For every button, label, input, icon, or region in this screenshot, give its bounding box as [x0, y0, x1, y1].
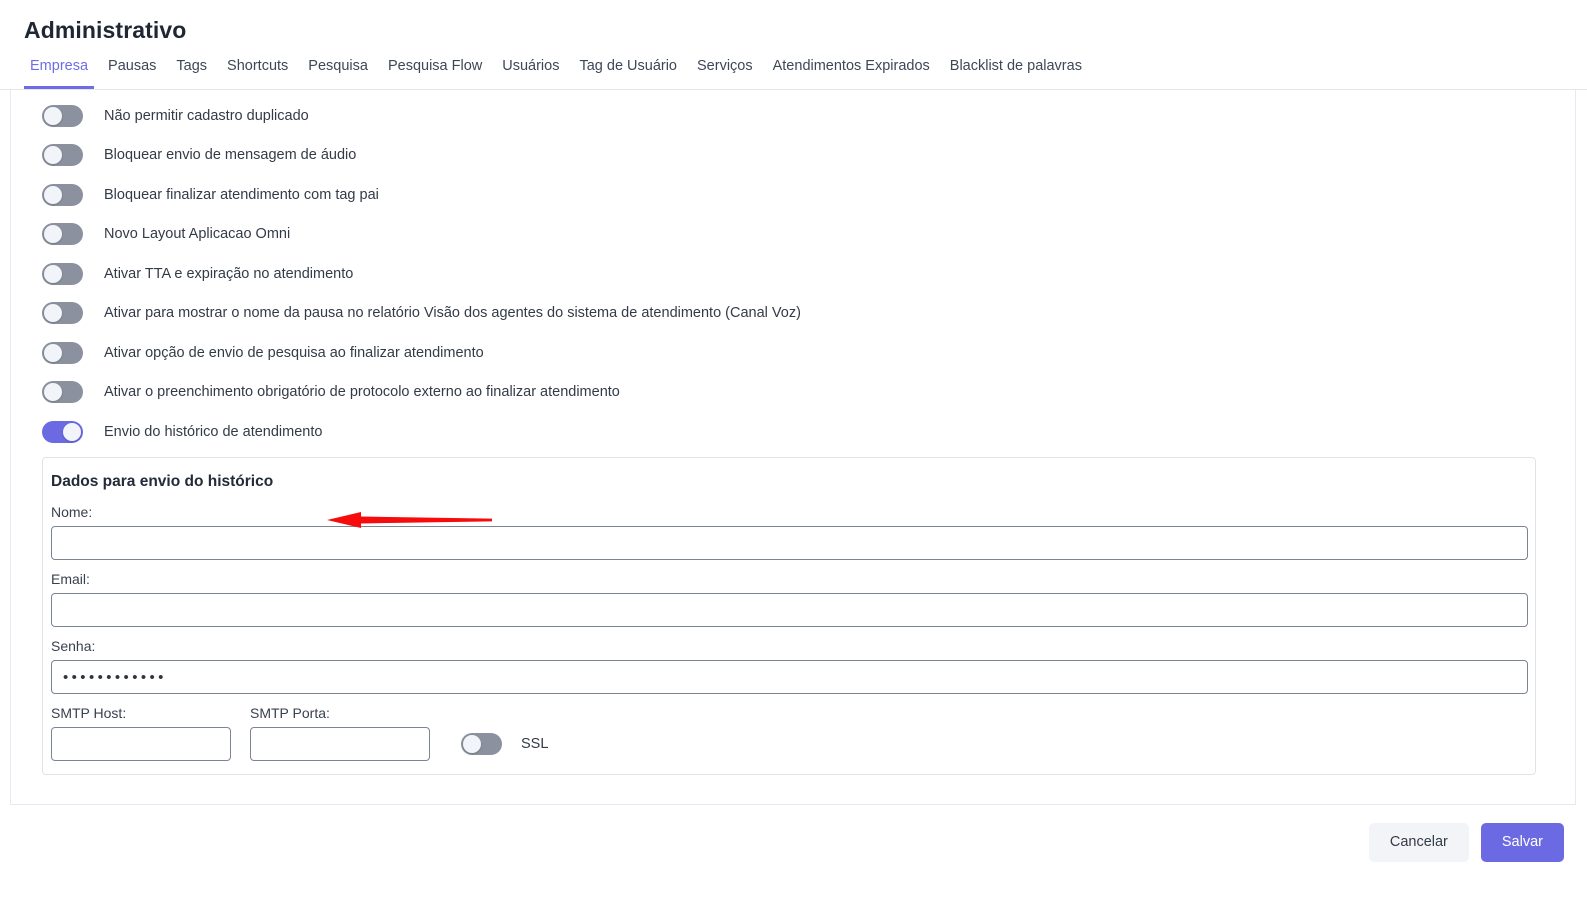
ssl-group: SSL: [461, 727, 548, 761]
save-button[interactable]: Salvar: [1480, 823, 1564, 862]
toggle-ativar-envio-de-pesquisa-ao-finalizar[interactable]: [42, 341, 83, 364]
setting-row-nao-permitir-cadastro-duplicado[interactable]: Não permitir cadastro duplicado: [11, 96, 1575, 136]
nome-input[interactable]: [51, 526, 1528, 560]
toggle-knob: [463, 735, 481, 753]
setting-row-novo-layout-aplicacao-omni[interactable]: Novo Layout Aplicacao Omni: [11, 215, 1575, 255]
setting-label: Ativar opção de envio de pesquisa ao fin…: [104, 344, 484, 361]
senha-label: Senha:: [51, 638, 96, 654]
setting-row-ativar-tta-e-expiracao-no-atendimento[interactable]: Ativar TTA e expiração no atendimento: [11, 254, 1575, 294]
tab-atendimentos-expirados[interactable]: Atendimentos Expirados: [763, 44, 940, 89]
tab-pausas[interactable]: Pausas: [98, 44, 166, 89]
tab-shortcuts[interactable]: Shortcuts: [217, 44, 298, 89]
nome-label: Nome:: [51, 504, 93, 520]
setting-label: Ativar TTA e expiração no atendimento: [104, 265, 354, 282]
toggle-knob: [44, 106, 62, 125]
email-label: Email:: [51, 571, 90, 587]
setting-row-ativar-nome-da-pausa-relatorio-canal-voz[interactable]: Ativar para mostrar o nome da pausa no r…: [11, 294, 1575, 334]
toggle-ssl[interactable]: [461, 733, 502, 755]
toggle-ativar-tta-e-expiracao-no-atendimento[interactable]: [42, 262, 83, 285]
setting-label: Novo Layout Aplicacao Omni: [104, 226, 291, 243]
toggle-ativar-nome-da-pausa-relatorio-canal-voz[interactable]: [42, 302, 83, 325]
setting-row-envio-do-historico-de-atendimento[interactable]: Envio do histórico de atendimento: [11, 412, 1575, 452]
tab-empresa[interactable]: Empresa: [20, 44, 98, 89]
toggle-ativar-protocolo-externo-obrigatorio[interactable]: [42, 381, 83, 404]
smtp-row: SMTP Host: SMTP Porta: SSL: [51, 705, 1527, 761]
smtp-host-label: SMTP Host:: [51, 705, 127, 721]
tab-tags[interactable]: Tags: [166, 44, 217, 89]
tab-blacklist-de-palavras[interactable]: Blacklist de palavras: [940, 44, 1092, 89]
smtp-porta-input[interactable]: [250, 727, 430, 761]
tab-tag-de-usuario[interactable]: Tag de Usuário: [569, 44, 687, 89]
setting-row-bloquear-finalizar-atendimento-com-tag-pai[interactable]: Bloquear finalizar atendimento com tag p…: [11, 175, 1575, 215]
historico-data-card: Dados para envio do histórico Nome: Emai…: [42, 457, 1536, 775]
toggle-knob: [44, 264, 62, 283]
setting-row-ativar-envio-de-pesquisa-ao-finalizar[interactable]: Ativar opção de envio de pesquisa ao fin…: [11, 333, 1575, 373]
toggle-knob: [44, 225, 62, 244]
toggle-knob: [44, 146, 62, 165]
setting-label: Envio do histórico de atendimento: [104, 423, 323, 440]
tab-servicos[interactable]: Serviços: [687, 44, 763, 89]
toggle-knob: [44, 343, 62, 362]
tab-bar: Empresa Pausas Tags Shortcuts Pesquisa P…: [0, 44, 1587, 90]
toggle-knob: [44, 304, 62, 323]
smtp-porta-group: SMTP Porta:: [250, 705, 430, 761]
toggle-bloquear-finalizar-atendimento-com-tag-pai[interactable]: [42, 183, 83, 206]
settings-panel: Não permitir cadastro duplicado Bloquear…: [10, 90, 1576, 805]
toggle-knob: [44, 185, 62, 204]
toggle-bloquear-envio-de-mensagem-de-audio[interactable]: [42, 144, 83, 167]
tab-pesquisa-flow[interactable]: Pesquisa Flow: [378, 44, 492, 89]
page-title: Administrativo: [24, 17, 187, 43]
smtp-host-input[interactable]: [51, 727, 231, 761]
footer-actions: Cancelar Salvar: [1368, 823, 1564, 862]
tab-usuarios[interactable]: Usuários: [492, 44, 569, 89]
cancel-button[interactable]: Cancelar: [1368, 823, 1469, 862]
toggle-knob: [63, 422, 81, 441]
ssl-label: SSL: [521, 736, 549, 752]
setting-label: Ativar para mostrar o nome da pausa no r…: [104, 305, 801, 322]
setting-label: Bloquear envio de mensagem de áudio: [104, 147, 357, 164]
toggle-list: Não permitir cadastro duplicado Bloquear…: [11, 90, 1575, 452]
card-title: Dados para envio do histórico: [51, 473, 274, 490]
setting-row-bloquear-envio-de-mensagem-de-audio[interactable]: Bloquear envio de mensagem de áudio: [11, 136, 1575, 176]
email-input[interactable]: [51, 593, 1528, 627]
senha-input[interactable]: [51, 660, 1528, 694]
setting-label: Bloquear finalizar atendimento com tag p…: [104, 186, 379, 203]
page-header: Administrativo: [0, 0, 1587, 44]
smtp-host-group: SMTP Host:: [51, 705, 231, 761]
toggle-envio-do-historico-de-atendimento[interactable]: [42, 420, 83, 443]
setting-row-ativar-protocolo-externo-obrigatorio[interactable]: Ativar o preenchimento obrigatório de pr…: [11, 373, 1575, 413]
toggle-nao-permitir-cadastro-duplicado[interactable]: [42, 104, 83, 127]
toggle-novo-layout-aplicacao-omni[interactable]: [42, 223, 83, 246]
setting-label: Não permitir cadastro duplicado: [104, 107, 309, 124]
smtp-porta-label: SMTP Porta:: [250, 705, 330, 721]
setting-label: Ativar o preenchimento obrigatório de pr…: [104, 384, 620, 401]
toggle-knob: [44, 383, 62, 402]
tab-pesquisa[interactable]: Pesquisa: [298, 44, 378, 89]
